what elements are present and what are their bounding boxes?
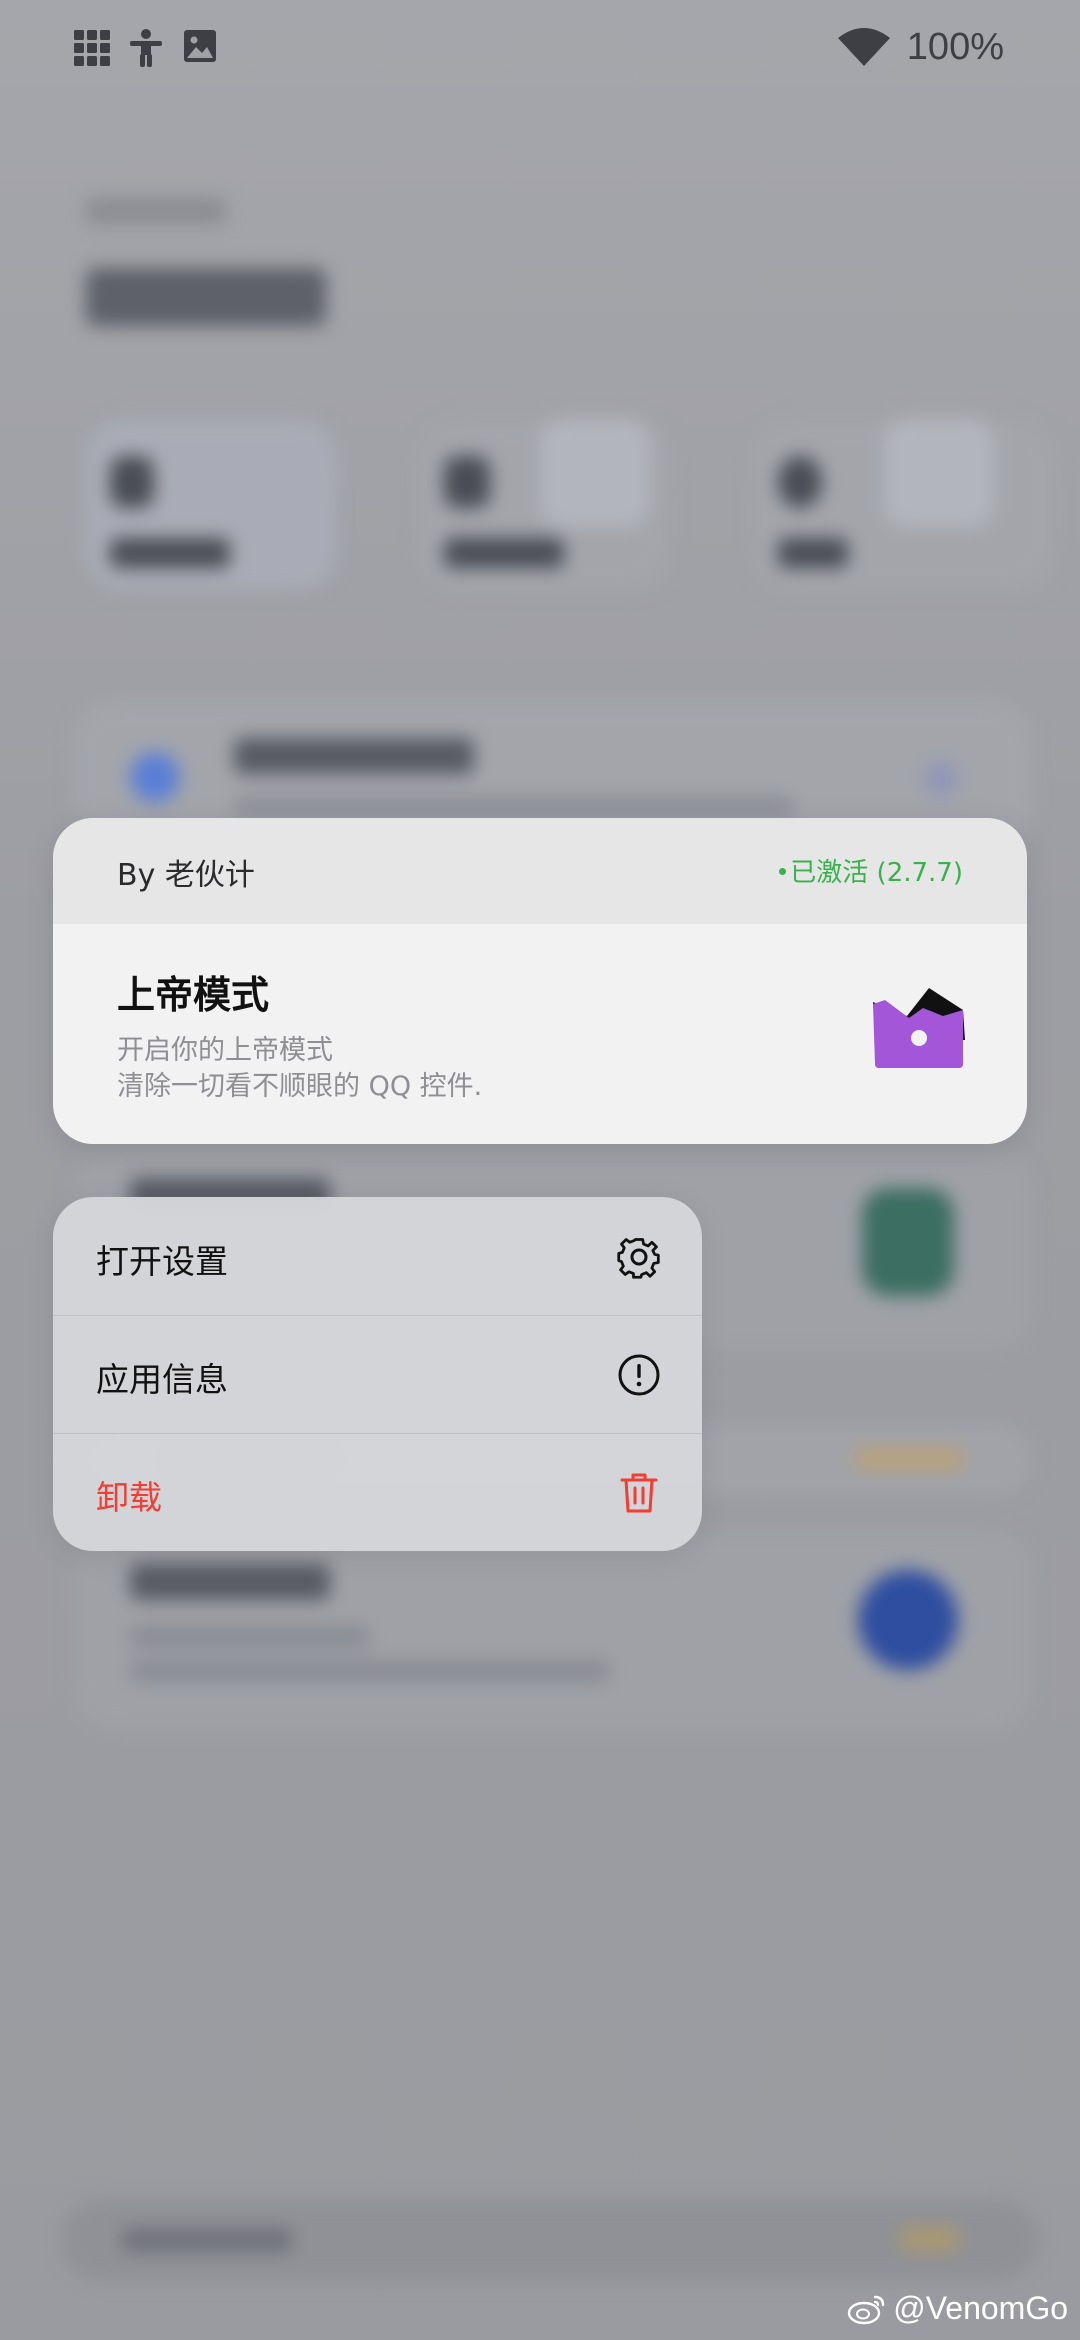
menu-item-label: 打开设置: [96, 1242, 228, 1281]
activation-status: 已激活 (2.7.7): [790, 858, 963, 888]
background-tile: [754, 418, 1054, 590]
menu-item-label: 卸载: [96, 1478, 162, 1517]
wifi-icon: [838, 28, 890, 66]
context-menu: 打开设置 应用信息 卸载: [53, 1197, 702, 1551]
background-subtitle: [86, 198, 226, 224]
gear-icon: [617, 1238, 660, 1279]
background-card: [74, 1530, 1032, 1730]
module-card-header: By 老伙计 已激活 (2.7.7): [53, 818, 1027, 924]
module-description-line2: 清除一切看不顺眼的 QQ 控件.: [117, 1071, 483, 1102]
weibo-icon: [848, 2295, 885, 2324]
grid-icon: [74, 30, 110, 66]
background-tile: [420, 418, 670, 590]
watermark-text: @VenomGo: [893, 2290, 1068, 2326]
battery-percentage: 100%: [906, 26, 1004, 68]
background-page-title: [86, 268, 326, 326]
module-card-body: 上帝模式 开启你的上帝模式 清除一切看不顺眼的 QQ 控件.: [53, 924, 1027, 1144]
module-card[interactable]: By 老伙计 已激活 (2.7.7) 上帝模式 开启你的上帝模式 清除一切看不顺…: [53, 818, 1027, 1144]
menu-item-label: 应用信息: [96, 1360, 228, 1399]
image-icon: [184, 30, 216, 62]
background-bottom-bar: [60, 2200, 1040, 2280]
status-bar: 100%: [0, 0, 1080, 100]
module-author: By 老伙计: [117, 858, 255, 893]
menu-item-app-info[interactable]: 应用信息: [53, 1315, 702, 1433]
menu-item-open-settings[interactable]: 打开设置: [53, 1197, 702, 1315]
trash-icon: [620, 1473, 658, 1513]
menu-item-uninstall[interactable]: 卸载: [53, 1433, 702, 1551]
watermark: @VenomGo: [847, 2290, 1068, 2327]
blurred-background: [0, 0, 1080, 2340]
module-description-line1: 开启你的上帝模式: [117, 1035, 333, 1066]
accessibility-icon: [130, 29, 162, 67]
module-title: 上帝模式: [117, 973, 270, 1017]
background-tile: [86, 420, 336, 590]
crown-icon: [873, 988, 965, 1068]
status-dot: [779, 868, 786, 875]
info-icon: [618, 1354, 660, 1396]
